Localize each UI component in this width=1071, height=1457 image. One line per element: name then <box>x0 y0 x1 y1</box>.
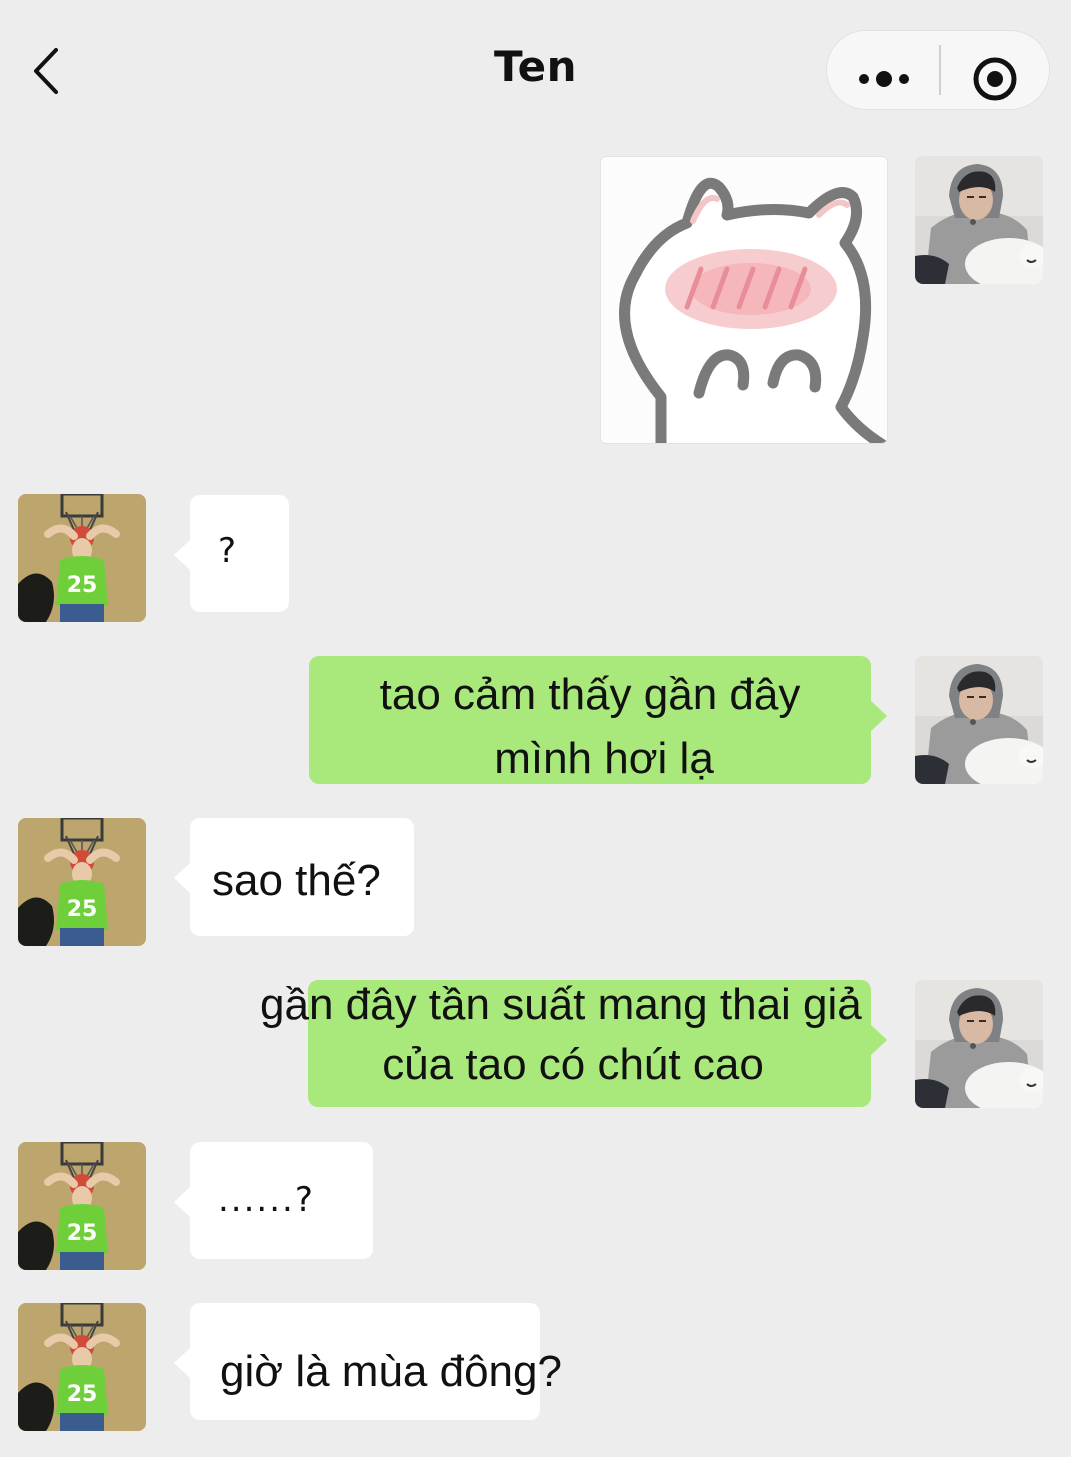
capsule-divider <box>939 45 941 95</box>
sticker-message[interactable] <box>600 156 888 444</box>
avatar-image <box>18 818 146 946</box>
message-bubble-incoming[interactable]: ? <box>174 495 289 612</box>
message-bubble-outgoing[interactable]: tao cảm thấy gần đây mình hơi lạ <box>309 656 887 784</box>
more-dots-icon <box>859 71 909 87</box>
message-text-line-2: của tao có chút cao <box>382 1040 764 1089</box>
avatar-me[interactable] <box>915 656 1043 784</box>
avatar-me[interactable] <box>915 980 1043 1108</box>
avatar-me[interactable] <box>915 156 1043 284</box>
avatar-image <box>915 980 1043 1108</box>
message-bubble-incoming[interactable]: giờ là mùa đông? <box>174 1303 562 1420</box>
avatar-friend[interactable] <box>18 494 146 622</box>
message-bubble-outgoing[interactable]: gần đây tần suất mang thai giả của tao c… <box>260 980 887 1107</box>
avatar-image <box>18 1303 146 1431</box>
target-close-icon <box>973 57 1017 101</box>
message-text-line-1: gần đây tần suất mang thai giả <box>260 980 862 1029</box>
avatar-image <box>18 1142 146 1270</box>
message-text-line-1: tao cảm thấy gần đây <box>379 670 801 719</box>
avatar-image <box>18 494 146 622</box>
nav-bar: Ten <box>0 0 1071 140</box>
blushing-cat-sticker <box>601 157 888 444</box>
message-text: sao thế? <box>212 856 381 905</box>
message-bubble-incoming[interactable]: sao thế? <box>174 818 414 936</box>
menu-capsule <box>826 30 1050 110</box>
message-text: giờ là mùa đông? <box>220 1347 562 1396</box>
close-miniprogram-button[interactable] <box>957 39 1037 101</box>
avatar-friend[interactable] <box>18 1303 146 1431</box>
avatar-image <box>915 656 1043 784</box>
avatar-friend[interactable] <box>18 818 146 946</box>
message-text: ......? <box>218 1180 315 1220</box>
avatar-friend[interactable] <box>18 1142 146 1270</box>
more-button[interactable] <box>849 39 939 101</box>
message-text-line-2: mình hơi lạ <box>494 734 714 783</box>
avatar-image <box>915 156 1043 284</box>
message-text: ? <box>218 531 237 571</box>
message-bubble-incoming[interactable]: ......? <box>174 1142 373 1259</box>
